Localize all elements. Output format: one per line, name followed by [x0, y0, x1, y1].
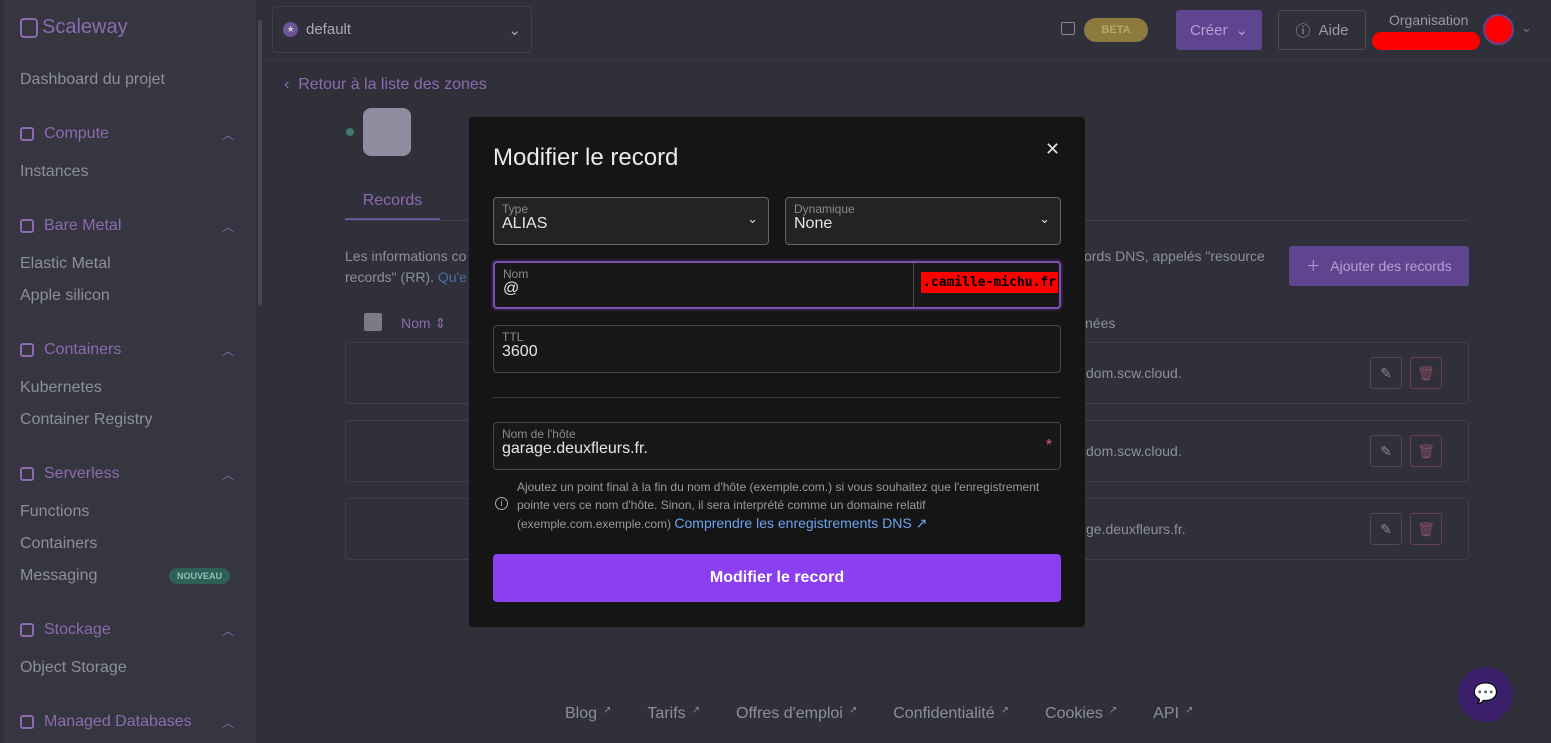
- new-badge: NOUVEAU: [169, 568, 231, 584]
- chevron-down-icon: ⌄: [508, 21, 521, 39]
- edit-icon[interactable]: ✎: [1370, 513, 1402, 545]
- organisation-label[interactable]: Organisation: [1389, 12, 1468, 28]
- footer-link-jobs[interactable]: Offres d'emploi ↗: [736, 705, 857, 723]
- footer-link-cookies[interactable]: Cookies ↗: [1045, 705, 1117, 723]
- chevron-down-icon: ⌄: [1039, 211, 1050, 226]
- footer-link-blog[interactable]: Blog ↗: [565, 705, 611, 723]
- type-select[interactable]: Type ALIAS ⌄: [493, 197, 769, 245]
- chevron-up-icon: ︿: [221, 127, 234, 142]
- database-icon: [20, 715, 34, 729]
- dns-zone-icon: [363, 108, 411, 156]
- cpu-icon: [20, 127, 34, 141]
- chevron-down-icon[interactable]: ⌄: [1521, 20, 1532, 36]
- storage-icon: [20, 623, 34, 637]
- back-link[interactable]: ‹ Retour à la liste des zones: [284, 76, 487, 94]
- hostname-help-text: Ajoutez un point final à la fin du nom d…: [517, 480, 1040, 531]
- topbar: ★ default ⌄ BETA Créer ⌄ ⓘ Aide Organisation…: [264, 0, 1551, 60]
- chevron-down-icon: ⌄: [747, 211, 758, 226]
- footer: Blog ↗ Tarifs ↗ Offres d'emploi ↗ Confident…: [565, 705, 1229, 723]
- chevron-down-icon: ⌄: [1235, 22, 1249, 39]
- close-icon[interactable]: ✕: [1045, 139, 1060, 160]
- redacted-org-name: [1372, 32, 1480, 50]
- footer-link-privacy[interactable]: Confidentialité ↗: [893, 705, 1009, 723]
- sidebar-group-compute[interactable]: Compute ︿: [20, 125, 234, 143]
- domain-suffix: .camille-michu.fr: [913, 263, 1059, 307]
- sidebar-scrollbar[interactable]: [256, 0, 264, 743]
- help-circle-icon: ⓘ: [1295, 22, 1311, 40]
- name-input[interactable]: Nom @ .camille-michu.fr: [493, 261, 1061, 309]
- edit-icon[interactable]: ✎: [1370, 357, 1402, 389]
- plus-icon: ＋: [1306, 258, 1321, 274]
- external-link-icon: ↗: [1000, 705, 1010, 716]
- chevron-up-icon: ︿: [221, 343, 234, 358]
- footer-link-api[interactable]: API ↗: [1153, 705, 1193, 723]
- dynamic-select[interactable]: Dynamique None ⌄: [785, 197, 1061, 245]
- select-all-checkbox[interactable]: [364, 313, 382, 331]
- help-button[interactable]: ⓘ Aide: [1278, 10, 1366, 50]
- sidebar: Scaleway Dashboard du projet Compute ︿ In…: [4, 0, 256, 743]
- external-link-icon: ↗: [848, 705, 858, 716]
- tab-records[interactable]: Records: [345, 182, 440, 220]
- sidebar-item-kubernetes[interactable]: Kubernetes: [20, 379, 102, 397]
- column-header-data: nées: [1085, 315, 1116, 331]
- serverless-icon: [20, 467, 34, 481]
- external-link-icon: ↗: [915, 515, 928, 531]
- external-link-icon: ↗: [691, 705, 701, 716]
- column-header-name[interactable]: Nom ⇕: [401, 315, 446, 332]
- sidebar-item-dashboard[interactable]: Dashboard du projet: [20, 71, 165, 89]
- sidebar-item-instances[interactable]: Instances: [20, 163, 88, 181]
- chevron-up-icon: ︿: [221, 715, 234, 730]
- chevron-up-icon: ︿: [221, 467, 234, 482]
- trash-icon[interactable]: 🗑: [1410, 435, 1442, 467]
- chevron-up-icon: ︿: [221, 623, 234, 638]
- external-link-icon: ↗: [603, 705, 612, 716]
- info-icon: i: [495, 497, 508, 510]
- modal-title: Modifier le record: [493, 144, 679, 171]
- server-icon: [20, 219, 34, 233]
- submit-button[interactable]: Modifier le record: [493, 554, 1061, 602]
- star-icon: ★: [283, 22, 298, 37]
- beta-badge: BETA: [1084, 18, 1148, 42]
- sidebar-group-serverless[interactable]: Serverless ︿: [20, 465, 234, 483]
- external-link-icon: ↗: [1185, 705, 1194, 716]
- project-selector[interactable]: ★ default ⌄: [272, 6, 532, 53]
- chevron-up-icon: ︿: [221, 219, 234, 234]
- sidebar-item-container-registry[interactable]: Container Registry: [20, 411, 153, 429]
- dns-docs-link[interactable]: Comprendre les enregistrements DNS ↗: [674, 515, 927, 531]
- scaleway-logo[interactable]: Scaleway: [20, 16, 128, 39]
- sidebar-item-messaging[interactable]: Messaging: [20, 567, 97, 585]
- external-link-icon: ↗: [1108, 705, 1118, 716]
- trash-icon[interactable]: 🗑: [1410, 357, 1442, 389]
- terminal-icon[interactable]: [1061, 22, 1075, 35]
- container-icon: [20, 343, 34, 357]
- edit-record-modal: Modifier le record ✕ Type ALIAS ⌄ Dynamiqu…: [469, 117, 1085, 627]
- trash-icon[interactable]: 🗑: [1410, 513, 1442, 545]
- footer-link-tarifs[interactable]: Tarifs ↗: [647, 705, 700, 723]
- create-button[interactable]: Créer ⌄: [1176, 10, 1262, 50]
- hostname-input[interactable]: Nom de l'hôte garage.deuxfleurs.fr. *: [493, 422, 1061, 470]
- chat-icon: 💬: [1473, 683, 1498, 705]
- sidebar-item-functions[interactable]: Functions: [20, 503, 89, 521]
- required-asterisk: *: [1045, 437, 1052, 454]
- divider: [493, 397, 1061, 398]
- sidebar-item-apple-silicon[interactable]: Apple silicon: [20, 287, 110, 305]
- sidebar-group-bare-metal[interactable]: Bare Metal ︿: [20, 217, 234, 235]
- sidebar-item-elastic-metal[interactable]: Elastic Metal: [20, 255, 111, 273]
- sidebar-group-managed-databases[interactable]: Managed Databases ︿: [20, 713, 234, 731]
- chat-button[interactable]: 💬: [1458, 667, 1513, 722]
- sidebar-group-stockage[interactable]: Stockage ︿: [20, 621, 234, 639]
- add-records-button[interactable]: ＋ Ajouter des records: [1289, 246, 1469, 286]
- sidebar-item-object-storage[interactable]: Object Storage: [20, 659, 127, 677]
- edit-icon[interactable]: ✎: [1370, 435, 1402, 467]
- avatar[interactable]: [1483, 14, 1514, 45]
- ttl-input[interactable]: TTL 3600: [493, 325, 1061, 373]
- sidebar-group-containers[interactable]: Containers ︿: [20, 341, 234, 359]
- status-dot: [346, 128, 354, 136]
- learn-more-link[interactable]: Qu'e: [438, 269, 467, 285]
- scrollbar-thumb[interactable]: [258, 20, 262, 305]
- sidebar-item-containers[interactable]: Containers: [20, 535, 97, 553]
